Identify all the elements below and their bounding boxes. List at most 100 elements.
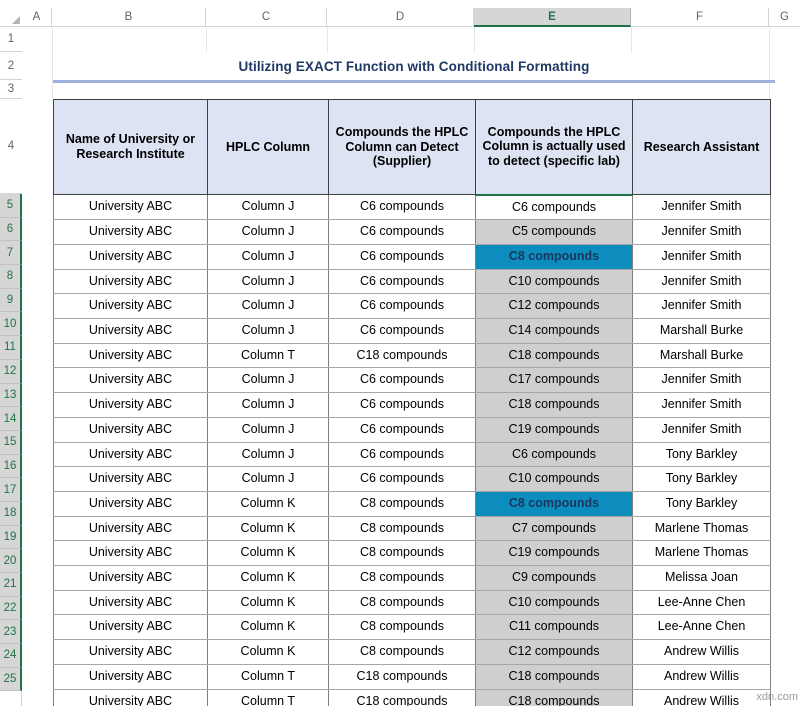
cell-supplier-detect[interactable]: C6 compounds bbox=[329, 195, 476, 220]
cell-research-assistant[interactable]: Lee-Anne Chen bbox=[633, 590, 771, 615]
cell-hplc-column[interactable]: Column T bbox=[208, 664, 329, 689]
row-header-13[interactable]: 13 bbox=[0, 384, 22, 408]
cell-research-assistant[interactable]: Jennifer Smith bbox=[633, 393, 771, 418]
cell-university[interactable]: University ABC bbox=[54, 516, 208, 541]
cell-research-assistant[interactable]: Melissa Joan bbox=[633, 566, 771, 591]
row-header-12[interactable]: 12 bbox=[0, 360, 22, 384]
cell-research-assistant[interactable]: Marlene Thomas bbox=[633, 516, 771, 541]
cell-university[interactable]: University ABC bbox=[54, 244, 208, 269]
cell-hplc-column[interactable]: Column K bbox=[208, 491, 329, 516]
cell-research-assistant[interactable]: Tony Barkley bbox=[633, 442, 771, 467]
cell-hplc-column[interactable]: Column T bbox=[208, 689, 329, 706]
cell-research-assistant[interactable]: Jennifer Smith bbox=[633, 417, 771, 442]
cell-actual-detect[interactable]: C14 compounds bbox=[476, 319, 633, 344]
row-header-8[interactable]: 8 bbox=[0, 265, 22, 289]
cell-supplier-detect[interactable]: C6 compounds bbox=[329, 244, 476, 269]
cell-research-assistant[interactable]: Andrew Willis bbox=[633, 689, 771, 706]
cell-supplier-detect[interactable]: C8 compounds bbox=[329, 516, 476, 541]
cell-hplc-column[interactable]: Column T bbox=[208, 343, 329, 368]
cell-research-assistant[interactable]: Marshall Burke bbox=[633, 319, 771, 344]
cell-actual-detect[interactable]: C6 compounds bbox=[476, 195, 633, 220]
cell-actual-detect[interactable]: C8 compounds bbox=[476, 491, 633, 516]
cell-actual-detect[interactable]: C18 compounds bbox=[476, 393, 633, 418]
column-header-b[interactable]: B bbox=[52, 8, 206, 27]
cell-supplier-detect[interactable]: C6 compounds bbox=[329, 467, 476, 492]
cell-university[interactable]: University ABC bbox=[54, 689, 208, 706]
cell-university[interactable]: University ABC bbox=[54, 442, 208, 467]
cell-hplc-column[interactable]: Column J bbox=[208, 368, 329, 393]
cell-hplc-column[interactable]: Column J bbox=[208, 319, 329, 344]
row-header-11[interactable]: 11 bbox=[0, 336, 22, 360]
cell-university[interactable]: University ABC bbox=[54, 417, 208, 442]
cell-supplier-detect[interactable]: C8 compounds bbox=[329, 566, 476, 591]
cell-actual-detect[interactable]: C8 compounds bbox=[476, 244, 633, 269]
row-header-9[interactable]: 9 bbox=[0, 289, 22, 313]
cell-research-assistant[interactable]: Jennifer Smith bbox=[633, 368, 771, 393]
cell-research-assistant[interactable]: Marshall Burke bbox=[633, 343, 771, 368]
row-header-4[interactable]: 4 bbox=[0, 99, 22, 194]
cell-hplc-column[interactable]: Column K bbox=[208, 541, 329, 566]
cell-research-assistant[interactable]: Andrew Willis bbox=[633, 640, 771, 665]
cell-supplier-detect[interactable]: C6 compounds bbox=[329, 220, 476, 245]
row-header-3[interactable]: 3 bbox=[0, 80, 22, 99]
cell-supplier-detect[interactable]: C6 compounds bbox=[329, 294, 476, 319]
cell-university[interactable]: University ABC bbox=[54, 294, 208, 319]
cell-actual-detect[interactable]: C7 compounds bbox=[476, 516, 633, 541]
row-header-15[interactable]: 15 bbox=[0, 431, 22, 455]
cell-actual-detect[interactable]: C5 compounds bbox=[476, 220, 633, 245]
row-header-6[interactable]: 6 bbox=[0, 218, 22, 242]
row-header-10[interactable]: 10 bbox=[0, 312, 22, 336]
row-header-22[interactable]: 22 bbox=[0, 597, 22, 621]
row-header-21[interactable]: 21 bbox=[0, 573, 22, 597]
cell-hplc-column[interactable]: Column K bbox=[208, 516, 329, 541]
cell-hplc-column[interactable]: Column J bbox=[208, 417, 329, 442]
row-header-7[interactable]: 7 bbox=[0, 241, 22, 265]
cell-hplc-column[interactable]: Column K bbox=[208, 566, 329, 591]
cell-supplier-detect[interactable]: C8 compounds bbox=[329, 615, 476, 640]
cell-actual-detect[interactable]: C19 compounds bbox=[476, 541, 633, 566]
cell-university[interactable]: University ABC bbox=[54, 195, 208, 220]
row-header-20[interactable]: 20 bbox=[0, 549, 22, 573]
cell-supplier-detect[interactable]: C6 compounds bbox=[329, 269, 476, 294]
cell-actual-detect[interactable]: C18 compounds bbox=[476, 689, 633, 706]
cell-supplier-detect[interactable]: C18 compounds bbox=[329, 664, 476, 689]
cell-university[interactable]: University ABC bbox=[54, 491, 208, 516]
cell-hplc-column[interactable]: Column J bbox=[208, 294, 329, 319]
cell-university[interactable]: University ABC bbox=[54, 640, 208, 665]
cell-hplc-column[interactable]: Column K bbox=[208, 640, 329, 665]
column-header-e[interactable]: E bbox=[474, 8, 631, 27]
cell-actual-detect[interactable]: C12 compounds bbox=[476, 294, 633, 319]
cell-research-assistant[interactable]: Tony Barkley bbox=[633, 491, 771, 516]
cell-actual-detect[interactable]: C18 compounds bbox=[476, 343, 633, 368]
cell-actual-detect[interactable]: C12 compounds bbox=[476, 640, 633, 665]
cell-hplc-column[interactable]: Column K bbox=[208, 590, 329, 615]
column-header-c[interactable]: C bbox=[206, 8, 327, 27]
cell-university[interactable]: University ABC bbox=[54, 368, 208, 393]
cell-hplc-column[interactable]: Column J bbox=[208, 393, 329, 418]
cell-university[interactable]: University ABC bbox=[54, 393, 208, 418]
cell-research-assistant[interactable]: Tony Barkley bbox=[633, 467, 771, 492]
cell-university[interactable]: University ABC bbox=[54, 566, 208, 591]
cell-hplc-column[interactable]: Column J bbox=[208, 269, 329, 294]
cell-university[interactable]: University ABC bbox=[54, 343, 208, 368]
row-header-18[interactable]: 18 bbox=[0, 502, 22, 526]
cell-actual-detect[interactable]: C17 compounds bbox=[476, 368, 633, 393]
row-header-1[interactable]: 1 bbox=[0, 27, 22, 52]
cell-supplier-detect[interactable]: C6 compounds bbox=[329, 368, 476, 393]
cell-actual-detect[interactable]: C10 compounds bbox=[476, 467, 633, 492]
cell-supplier-detect[interactable]: C8 compounds bbox=[329, 640, 476, 665]
cell-supplier-detect[interactable]: C8 compounds bbox=[329, 491, 476, 516]
column-header-d[interactable]: D bbox=[327, 8, 474, 27]
select-all-icon[interactable] bbox=[0, 8, 22, 27]
cell-hplc-column[interactable]: Column J bbox=[208, 244, 329, 269]
cell-university[interactable]: University ABC bbox=[54, 541, 208, 566]
column-header-f[interactable]: F bbox=[631, 8, 769, 27]
row-header-24[interactable]: 24 bbox=[0, 644, 22, 668]
cell-hplc-column[interactable]: Column J bbox=[208, 195, 329, 220]
cell-actual-detect[interactable]: C10 compounds bbox=[476, 269, 633, 294]
cell-research-assistant[interactable]: Jennifer Smith bbox=[633, 195, 771, 220]
cell-research-assistant[interactable]: Andrew Willis bbox=[633, 664, 771, 689]
cell-supplier-detect[interactable]: C6 compounds bbox=[329, 319, 476, 344]
cell-university[interactable]: University ABC bbox=[54, 467, 208, 492]
cell-hplc-column[interactable]: Column J bbox=[208, 442, 329, 467]
